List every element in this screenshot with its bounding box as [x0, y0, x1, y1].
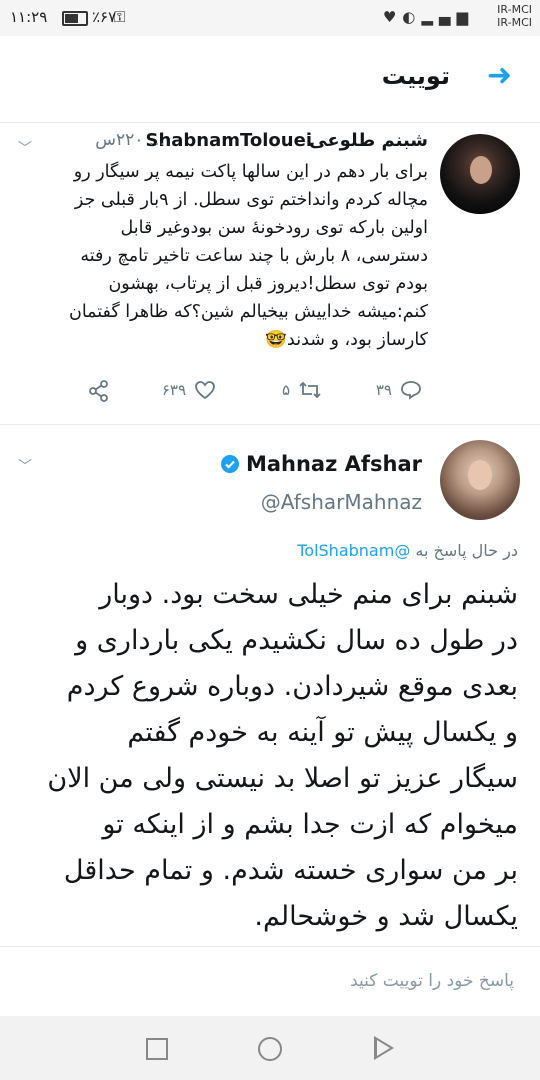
carrier-info: IR-MCI IR-MCI — [497, 3, 532, 29]
tweet-text-line: شبنم برای منم خیلی سخت بود. دوبار — [99, 579, 518, 610]
status-time: ۱۱:۲۹ — [10, 8, 48, 26]
reply-input-placeholder[interactable]: پاسخ خود را توییت کنید — [350, 971, 514, 991]
tweet-text-line: برای بار دهم در این سالها پاکت نیمه پر س… — [73, 162, 428, 182]
retweet-count: ۵ — [281, 381, 290, 399]
recents-button[interactable] — [146, 1038, 168, 1060]
heart-icon: ♥ — [382, 8, 403, 26]
reply-count: ۳۹ — [375, 381, 392, 399]
avatar[interactable] — [440, 134, 520, 214]
tweet-text-line: و یکسال پیش تو آینه به خودم گفتم — [127, 717, 518, 748]
tweet-text: شبنم برای منم خیلی سخت بود. دوبار در طول… — [18, 572, 518, 940]
tweet-text-line: اولین بارکه توی رودخونهٔ سن بودوغیر قابل — [120, 218, 428, 238]
author-name[interactable]: شبنم طلوعی — [309, 130, 428, 151]
retweet-icon — [299, 381, 321, 399]
like-count: ۶۳۹ — [161, 381, 186, 399]
mention-link[interactable]: @TolShabnam — [297, 541, 410, 560]
top-bar: ➜ توییت — [0, 36, 540, 123]
author-handle[interactable]: @AfsharMahnaz — [261, 490, 422, 514]
replying-to-label: در حال پاسخ به — [415, 541, 518, 560]
author-name[interactable]: Mahnaz Afshar — [220, 452, 422, 476]
tweet-time: ... ۲۲۰س — [95, 130, 165, 150]
status-bar: ۱۱:۲۹ ٪۶۷ ⚿ ♥◐▂▄▆ IR-MCI IR-MCI — [0, 0, 540, 36]
author-name-text: Mahnaz Afshar — [245, 452, 422, 476]
tweet-text-line: در طول ده سال نکشیدم یکی بارداری و — [75, 625, 518, 656]
avatar-face — [470, 156, 492, 184]
chevron-down-icon[interactable]: ﹀ — [18, 456, 32, 476]
notification-icon: ◐ — [402, 8, 422, 26]
tweet-text-line: یکسال شد و خوشحالم. — [254, 901, 518, 932]
share-button[interactable] — [88, 380, 110, 402]
battery-icon — [62, 11, 88, 26]
back-arrow-icon[interactable]: ➜ — [487, 58, 512, 93]
carrier-2: IR-MCI — [497, 16, 532, 29]
tweet-text: برای بار دهم در این سالها پاکت نیمه پر س… — [28, 158, 428, 354]
reply-button[interactable]: ۳۹ — [376, 380, 422, 400]
vpn-key-icon: ⚿ — [114, 8, 126, 26]
system-nav-bar — [0, 1016, 540, 1080]
tweet-text-line: بر من سواری خسته شدم. و تمام حداقل — [63, 855, 518, 886]
tweet-text-line: سیگار عزیز تو اصلا بد نیستی ولی من الان — [47, 763, 518, 794]
status-icons: ♥◐▂▄▆ — [383, 8, 474, 26]
verified-icon — [220, 455, 239, 473]
reply-icon — [401, 381, 421, 400]
chevron-down-icon[interactable]: ﹀ — [18, 138, 32, 158]
tweet-actions: ۳۹ ۵ ۶۳۹ — [0, 380, 540, 410]
tweet-text-line: مچاله کردم وانداختم توی سطل. از ۹بار قبل… — [74, 190, 428, 210]
like-button[interactable]: ۶۳۹ — [162, 380, 216, 400]
author-handle[interactable]: ShabnamTolouei — [145, 130, 312, 151]
tweet-text-line: دسترسی، ۸ بارش با چند ساعت تاخیر تامچ رف… — [80, 246, 428, 266]
home-button[interactable] — [258, 1037, 282, 1061]
retweet-button[interactable]: ۵ — [282, 380, 322, 400]
carrier-1: IR-MCI — [497, 3, 532, 16]
tweet-text-line: بعدی موقع شیردادن. دوباره شروع کردم — [66, 671, 518, 702]
avatar[interactable] — [440, 440, 520, 520]
divider — [0, 424, 540, 425]
replying-to: در حال پاسخ به @TolShabnam — [297, 541, 518, 560]
back-button[interactable] — [374, 1036, 394, 1060]
tweet-text-line: میخوام که ازت جدا بشم و از اینکه تو — [102, 809, 518, 840]
battery-percent: ٪۶۷ — [92, 8, 117, 26]
tweet-text-line: کارساز بود، و شدند🤓 — [265, 330, 428, 350]
page-title: توییت — [381, 62, 450, 90]
tweet-text-line: کنم:میشه خداییش بیخیالم شین؟که ظاهرا گفت… — [68, 302, 428, 322]
share-icon — [89, 380, 108, 402]
tweet-text-line: بودم توی سطل!دیروز قبل از پرتاب، بهشون — [108, 274, 428, 294]
heart-icon — [195, 381, 215, 400]
reply-composer[interactable]: پاسخ خود را توییت کنید — [0, 946, 540, 1017]
signal-icon: ▂▄▆ — [421, 8, 474, 26]
avatar-face — [468, 460, 492, 490]
